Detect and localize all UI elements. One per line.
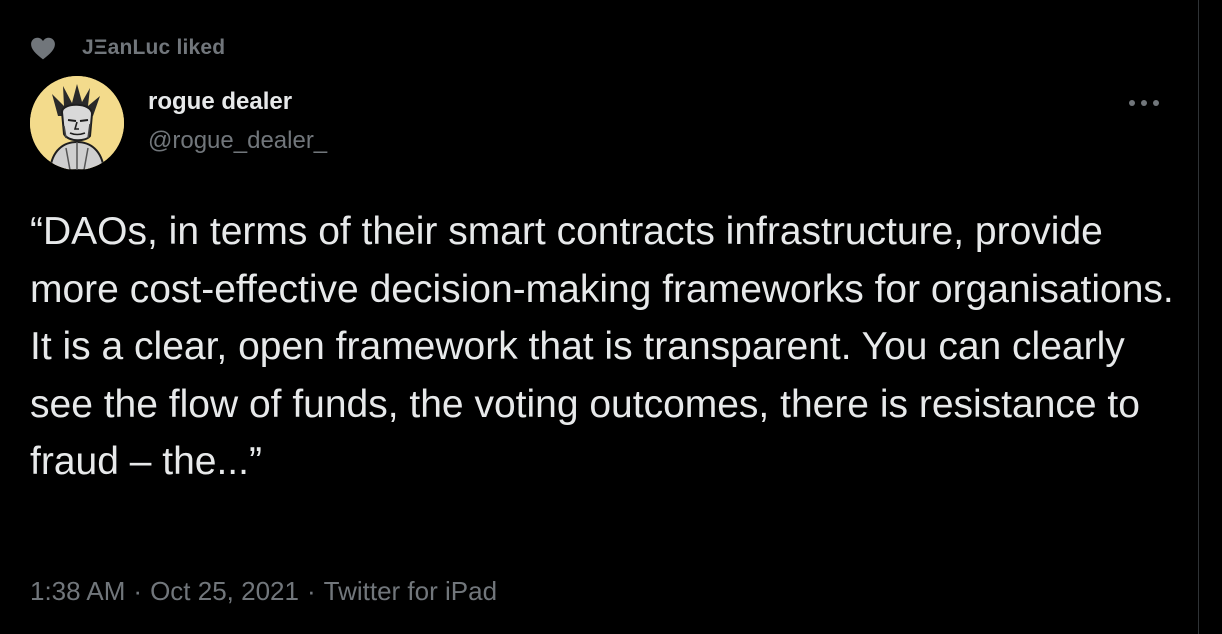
social-context: JΞanLuc liked (30, 36, 225, 60)
social-context-text[interactable]: JΞanLuc liked (82, 36, 225, 60)
tweet-text: “DAOs, in terms of their smart contracts… (30, 210, 1174, 483)
meta-separator: · (133, 576, 143, 606)
meta-separator: · (306, 576, 316, 606)
tweet-meta: 1:38 AM · Oct 25, 2021 · Twitter for iPa… (30, 576, 497, 607)
more-horizontal-icon[interactable] (1124, 88, 1164, 118)
author-display-name[interactable]: rogue dealer (148, 86, 327, 118)
author-handle[interactable]: @rogue_dealer_ (148, 126, 327, 156)
tweet-date[interactable]: Oct 25, 2021 (150, 576, 299, 607)
heart-icon (30, 36, 56, 60)
tweet-time[interactable]: 1:38 AM (30, 576, 125, 607)
timeline-border (1198, 0, 1199, 634)
author-block: rogue dealer @rogue_dealer_ (148, 86, 327, 156)
tweet-source[interactable]: Twitter for iPad (324, 576, 497, 607)
avatar[interactable] (30, 76, 124, 170)
